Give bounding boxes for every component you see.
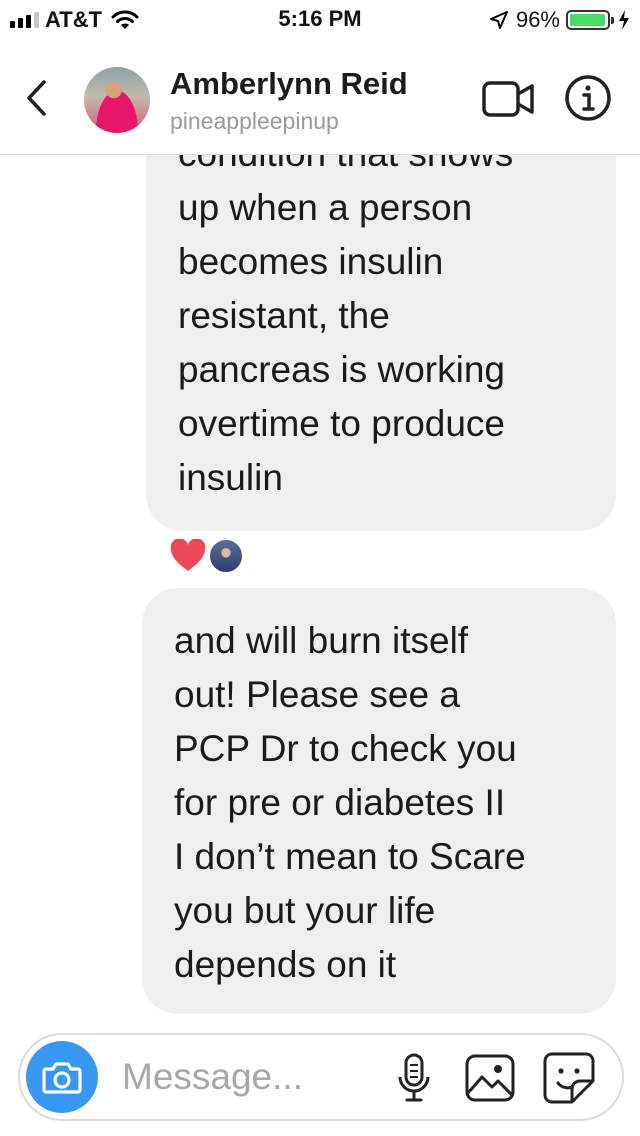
message-line: PCP Dr to check you bbox=[174, 728, 517, 769]
message-thread[interactable]: condition that shows up when a person be… bbox=[0, 155, 640, 1030]
contact-name[interactable]: Amberlynn Reid bbox=[170, 66, 408, 102]
message-line: depends on it bbox=[174, 944, 397, 985]
message-line: and will burn itself bbox=[174, 620, 469, 661]
message-line: becomes insulin bbox=[178, 241, 444, 282]
microphone-icon[interactable] bbox=[396, 1053, 432, 1103]
camera-button[interactable] bbox=[26, 1041, 98, 1113]
message-bubble[interactable]: and will burn itself out! Please see a P… bbox=[142, 588, 616, 1014]
message-line: you but your life bbox=[174, 890, 436, 931]
conversation-header: Amberlynn Reid pineappleepinup bbox=[0, 40, 640, 155]
location-arrow-icon bbox=[489, 11, 508, 29]
video-camera-icon[interactable] bbox=[482, 80, 536, 118]
message-line: up when a person bbox=[178, 187, 473, 228]
message-line: for pre or diabetes II bbox=[174, 782, 506, 823]
charging-bolt-icon bbox=[619, 10, 629, 30]
message-line: out! Please see a bbox=[174, 674, 460, 715]
status-right: 96% bbox=[489, 7, 630, 32]
battery-level bbox=[570, 14, 605, 26]
battery-icon bbox=[566, 10, 614, 30]
message-input[interactable] bbox=[122, 1053, 372, 1101]
image-gallery-icon[interactable] bbox=[464, 1053, 516, 1103]
battery-percent: 96% bbox=[515, 7, 560, 32]
avatar[interactable] bbox=[84, 67, 150, 133]
camera-icon bbox=[42, 1062, 82, 1094]
chevron-left-icon[interactable] bbox=[20, 76, 54, 120]
message-line: I don’t mean to Scare bbox=[174, 836, 526, 877]
message-composer bbox=[18, 1033, 624, 1121]
message-bubble[interactable]: condition that shows up when a person be… bbox=[146, 155, 616, 531]
message-line: insulin bbox=[178, 457, 283, 498]
reactor-avatar bbox=[208, 538, 244, 574]
message-line: condition that shows bbox=[178, 155, 586, 181]
contact-username[interactable]: pineappleepinup bbox=[170, 108, 339, 135]
message-line: pancreas is working bbox=[178, 349, 505, 390]
message-line: resistant, the bbox=[178, 295, 390, 336]
sticker-icon[interactable] bbox=[542, 1051, 596, 1105]
message-line: overtime to produce bbox=[178, 403, 506, 444]
info-icon[interactable] bbox=[564, 74, 612, 122]
status-bar: AT&T 5:16 PM 96% bbox=[0, 0, 640, 40]
message-reactions[interactable] bbox=[170, 538, 244, 574]
heart-icon bbox=[170, 539, 206, 571]
